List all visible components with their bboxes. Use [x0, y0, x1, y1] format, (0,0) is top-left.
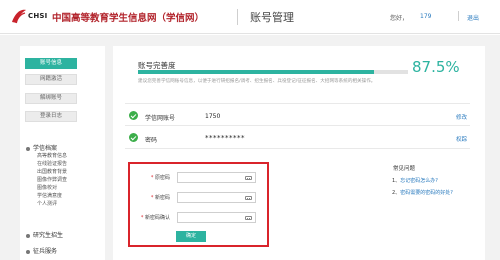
faq-item[interactable]: 1、忘记密码怎么办? [392, 177, 438, 184]
account-row-value: 1750 [205, 113, 221, 120]
sidebar-subitem[interactable]: 图像作弊调查 [37, 176, 67, 183]
faq-title: 常见问题 [393, 166, 416, 172]
header-divider [237, 9, 238, 25]
check-icon [129, 111, 138, 120]
sidebar-subitem[interactable]: 在线验证报告 [37, 160, 67, 167]
account-modify-link[interactable]: 修改 [456, 113, 467, 121]
user-id-link[interactable]: 179 [420, 13, 431, 20]
completeness-note: 建议您完善学信网账号信息，以便于进行研招报名/调考、招生报名、兵役登记/征征报名… [138, 79, 376, 84]
keyboard-icon[interactable] [245, 216, 252, 220]
logo-text: CHSI [28, 12, 48, 20]
confirm-password-label: * 新密码确认 [140, 215, 170, 221]
sidebar-item-login-log[interactable]: 登录日志 [25, 111, 77, 122]
new-password-label: * 新密码 [150, 195, 170, 201]
password-action-link[interactable]: 权踪 [456, 135, 467, 143]
sidebar-item-activate[interactable]: 网籍激活 [25, 74, 77, 85]
sidebar-section-conscription[interactable]: 征兵服务 [26, 246, 57, 255]
sidebar-section-grad-admission[interactable]: 研究生招生 [26, 230, 63, 239]
sidebar-subitem[interactable]: 高等教育信息 [37, 152, 67, 159]
completeness-progress-fill [138, 70, 375, 74]
site-name[interactable]: 中国高等教育学生信息网（学信网） [52, 10, 204, 24]
old-password-label: * 原密码 [150, 175, 170, 181]
sidebar-subitem[interactable]: 个人测评 [37, 200, 57, 207]
header-divider-2 [458, 11, 459, 21]
account-row-label: 学信网账号 [145, 115, 176, 122]
row-divider [125, 125, 470, 126]
greeting-text: 您好， [390, 15, 409, 22]
keyboard-icon[interactable] [245, 176, 252, 180]
faq-item[interactable]: 2、密码需要的密码的好处? [392, 189, 453, 196]
confirm-password-input[interactable] [177, 212, 256, 223]
conscription-icon [26, 249, 30, 254]
chsi-logo-icon [12, 9, 26, 24]
completeness-progress-bar [138, 70, 408, 74]
top-header: CHSI 中国高等教育学生信息网（学信网） 账号管理 您好， 179 退出 [0, 0, 500, 34]
page-title: 账号管理 [250, 11, 294, 24]
sidebar-subitem[interactable]: 学信满意度 [37, 192, 62, 199]
password-row-label: 密码 [145, 137, 158, 144]
keyboard-icon[interactable] [245, 196, 252, 200]
old-password-input[interactable] [177, 172, 256, 183]
row-divider [125, 103, 470, 104]
sidebar-subitem[interactable]: 出国教育背景 [37, 168, 67, 175]
submit-button[interactable]: 确定 [176, 231, 206, 242]
grad-icon [26, 233, 30, 238]
sidebar-item-unbind[interactable]: 解绑账号 [25, 93, 77, 104]
logout-link[interactable]: 退出 [467, 13, 479, 22]
check-icon [129, 133, 138, 142]
completeness-percent: 87.5% [412, 58, 460, 76]
sidebar: 账号信息 网籍激活 解绑账号 登录日志 学信档案 高等教育信息 在线验证报告 出… [20, 46, 105, 260]
new-password-input[interactable] [177, 192, 256, 203]
row-divider [125, 148, 470, 149]
sidebar-section-archive[interactable]: 学信档案 [26, 143, 57, 152]
sidebar-subitem[interactable]: 图像校对 [37, 184, 57, 191]
password-row-value: ********** [205, 134, 245, 142]
archive-icon [26, 146, 30, 151]
sidebar-item-account-info[interactable]: 账号信息 [25, 58, 77, 69]
